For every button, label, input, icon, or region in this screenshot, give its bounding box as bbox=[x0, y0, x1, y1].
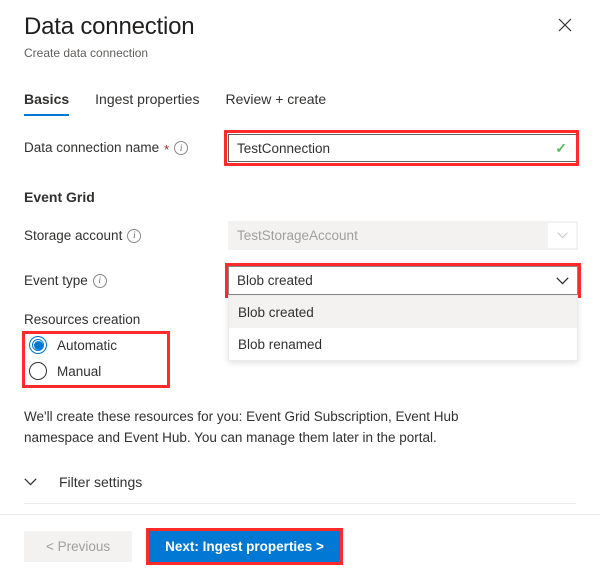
label-connection-name: Data connection name * i bbox=[22, 139, 228, 157]
radio-automatic-indicator bbox=[29, 336, 47, 354]
row-connection-name: Data connection name * i TestConnection … bbox=[22, 134, 578, 162]
row-event-type: Event type i Blob created Blob created B… bbox=[22, 266, 578, 295]
next-button-wrapper: Next: Ingest properties > bbox=[149, 531, 340, 562]
chevron-down-icon-storage-account bbox=[547, 222, 577, 249]
filter-settings-toggle[interactable]: Filter settings bbox=[24, 474, 576, 504]
panel-header: Data connection Create data connection bbox=[0, 0, 600, 61]
previous-button[interactable]: < Previous bbox=[24, 531, 132, 562]
label-storage-account: Storage account i bbox=[22, 227, 228, 245]
chevron-down-icon-filter-settings bbox=[24, 478, 37, 486]
resources-creation-group: Resources creation Automatic Manual bbox=[22, 311, 150, 384]
label-connection-name-text: Data connection name bbox=[24, 139, 159, 157]
tab-bar: Basics Ingest properties Review + create bbox=[0, 90, 600, 116]
next-button[interactable]: Next: Ingest properties > bbox=[149, 531, 340, 562]
connection-name-value: TestConnection bbox=[237, 141, 555, 156]
radio-manual-label: Manual bbox=[57, 364, 101, 379]
storage-account-value: TestStorageAccount bbox=[229, 228, 547, 243]
event-type-dropdown[interactable]: Blob created bbox=[228, 266, 578, 295]
label-event-type: Event type i bbox=[22, 272, 228, 290]
storage-account-dropdown: TestStorageAccount bbox=[228, 221, 578, 250]
chevron-down-icon-event-type[interactable] bbox=[547, 277, 577, 285]
radio-automatic[interactable]: Automatic bbox=[24, 332, 150, 358]
label-storage-account-text: Storage account bbox=[24, 227, 122, 245]
event-type-option-list: Blob created Blob renamed bbox=[228, 295, 578, 361]
field-event-type: Blob created Blob created Blob renamed bbox=[228, 266, 578, 295]
tab-ingest-properties[interactable]: Ingest properties bbox=[95, 90, 199, 116]
required-indicator: * bbox=[164, 143, 169, 156]
connection-name-input[interactable]: TestConnection ✓ bbox=[228, 134, 578, 162]
radio-automatic-label: Automatic bbox=[57, 338, 117, 353]
label-event-type-text: Event type bbox=[24, 272, 88, 290]
footer-bar: < Previous Next: Ingest properties > bbox=[0, 514, 600, 578]
info-icon-event-type[interactable]: i bbox=[93, 274, 107, 288]
page-title: Data connection bbox=[24, 12, 576, 42]
event-type-option-blob-renamed[interactable]: Blob renamed bbox=[229, 328, 577, 360]
tab-review-create[interactable]: Review + create bbox=[225, 90, 326, 116]
filter-settings-label: Filter settings bbox=[59, 474, 142, 490]
radio-manual-indicator bbox=[29, 362, 47, 380]
resources-info-text: We'll create these resources for you: Ev… bbox=[0, 406, 545, 448]
event-type-value: Blob created bbox=[229, 273, 547, 288]
event-type-option-blob-created[interactable]: Blob created bbox=[229, 296, 577, 328]
page-subtitle: Create data connection bbox=[24, 45, 576, 61]
field-storage-account: TestStorageAccount bbox=[228, 221, 578, 250]
valid-check-icon: ✓ bbox=[555, 140, 569, 157]
field-connection-name: TestConnection ✓ bbox=[228, 134, 578, 162]
row-storage-account: Storage account i TestStorageAccount bbox=[22, 221, 578, 250]
info-icon-connection-name[interactable]: i bbox=[174, 141, 188, 155]
info-icon-storage-account[interactable]: i bbox=[127, 229, 141, 243]
form-body: Data connection name * i TestConnection … bbox=[0, 134, 600, 384]
label-resources-creation: Resources creation bbox=[24, 311, 150, 329]
section-heading-event-grid: Event Grid bbox=[22, 189, 578, 205]
close-icon[interactable] bbox=[552, 12, 578, 38]
tab-basics[interactable]: Basics bbox=[24, 90, 69, 116]
radio-manual[interactable]: Manual bbox=[24, 358, 150, 384]
